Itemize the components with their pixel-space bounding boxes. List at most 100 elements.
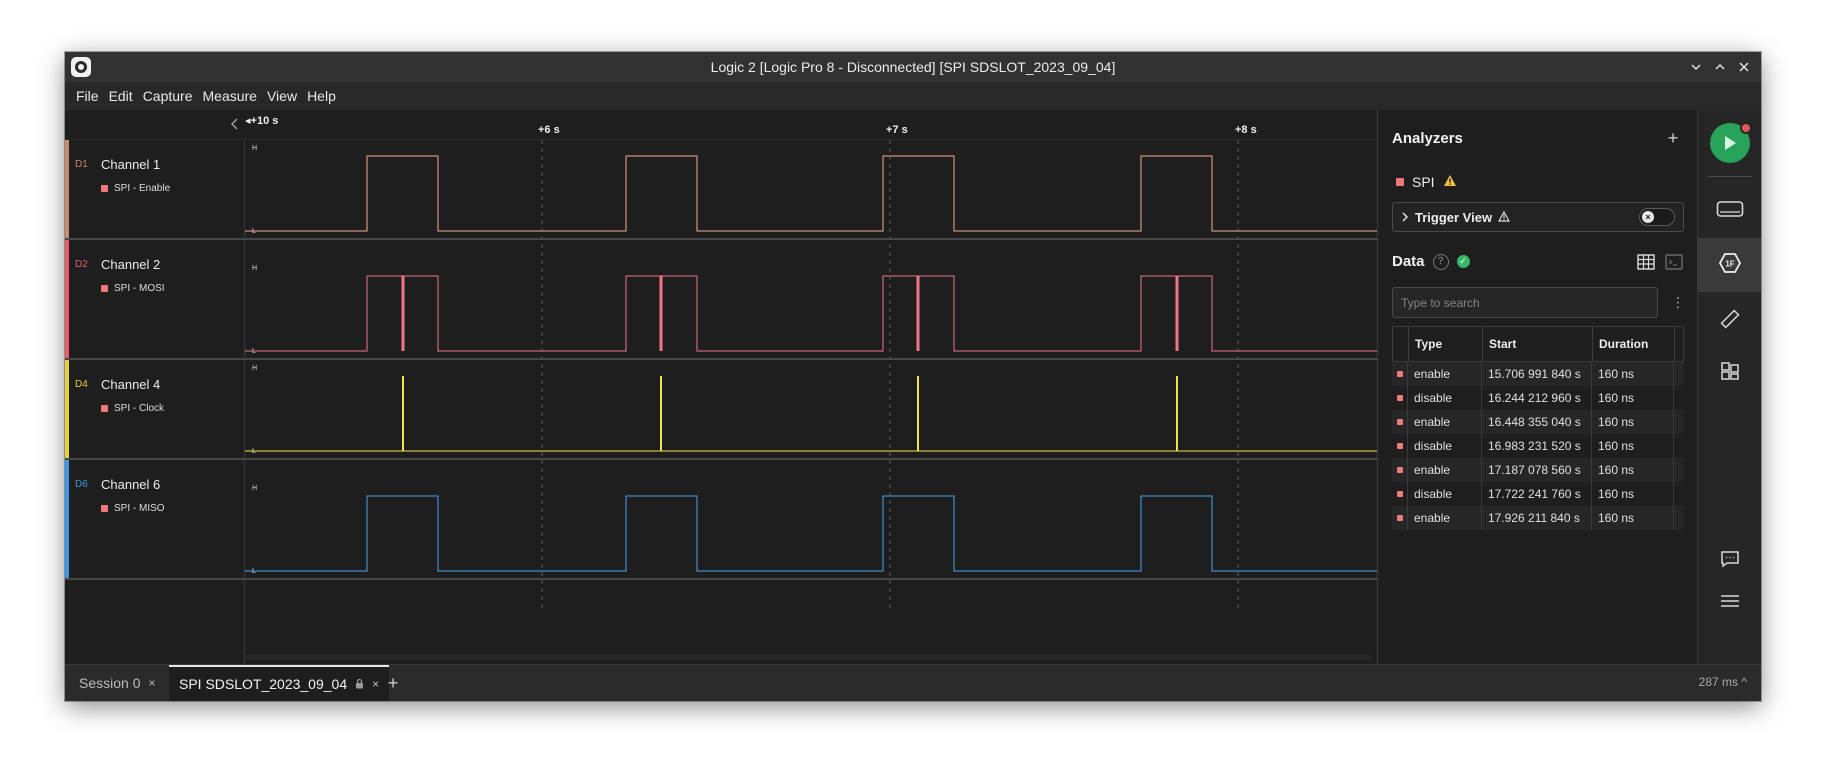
lock-icon bbox=[355, 676, 364, 692]
row-marker bbox=[1392, 362, 1408, 386]
ruler-icon bbox=[1719, 308, 1741, 335]
cell-duration: 160 ns bbox=[1592, 362, 1674, 386]
cell-type: disable bbox=[1408, 434, 1482, 458]
chevron-right-icon[interactable] bbox=[1401, 210, 1409, 225]
row-marker bbox=[1392, 458, 1408, 482]
close-icon[interactable] bbox=[1733, 56, 1755, 78]
main-menu-button[interactable] bbox=[1698, 578, 1761, 628]
trigger-view-toggle[interactable]: × bbox=[1639, 208, 1675, 226]
table-body: enable 15.706 991 840 s 160 ns disable 16.2… bbox=[1392, 362, 1684, 530]
window-title: Logic 2 [Logic Pro 8 - Disconnected] [SP… bbox=[710, 59, 1116, 75]
tab-label: SPI SDSLOT_2023_09_04 bbox=[179, 676, 348, 692]
data-view-toggles bbox=[1637, 254, 1683, 275]
data-section-header: Data ? ✓ bbox=[1392, 253, 1470, 270]
ruler-tick: +8 s bbox=[1235, 124, 1257, 136]
app-window: Logic 2 [Logic Pro 8 - Disconnected] [SP… bbox=[65, 52, 1761, 701]
table-row[interactable]: enable 15.706 991 840 s 160 ns bbox=[1392, 362, 1684, 386]
analyzer-hex-icon: 1F bbox=[1718, 251, 1742, 280]
device-settings-button[interactable] bbox=[1698, 186, 1761, 236]
menu-view[interactable]: View bbox=[262, 82, 302, 110]
cell-start: 17.722 241 760 s bbox=[1482, 482, 1592, 506]
cell-duration: 160 ns bbox=[1592, 482, 1674, 506]
minimize-icon[interactable] bbox=[1685, 56, 1707, 78]
warning-icon bbox=[1443, 174, 1457, 190]
toggle-x-icon: × bbox=[1642, 211, 1654, 223]
terminal-view-icon[interactable] bbox=[1665, 254, 1683, 275]
column-start[interactable]: Start bbox=[1483, 327, 1593, 361]
analyzer-item-spi[interactable]: SPI bbox=[1396, 174, 1457, 190]
channel-label-column bbox=[65, 140, 245, 664]
cell-start: 16.244 212 960 s bbox=[1482, 386, 1592, 410]
ruler-tick: +7 s bbox=[886, 124, 908, 136]
table-row[interactable]: disable 16.983 231 520 s 160 ns bbox=[1392, 434, 1684, 458]
latency-value: 287 ms bbox=[1698, 675, 1739, 689]
row-marker-icon bbox=[1397, 467, 1403, 473]
help-icon[interactable]: ? bbox=[1432, 253, 1449, 270]
table-header-marker bbox=[1393, 327, 1409, 361]
waveform-canvas[interactable]: H L H L H L H L bbox=[245, 140, 1377, 664]
start-capture-button[interactable] bbox=[1698, 118, 1761, 168]
row-marker-icon bbox=[1397, 371, 1403, 377]
trigger-view-label: Trigger View bbox=[1415, 209, 1493, 225]
data-title: Data bbox=[1392, 253, 1425, 270]
cell-start: 15.706 991 840 s bbox=[1482, 362, 1592, 386]
table-row[interactable]: disable 16.244 212 960 s 160 ns bbox=[1392, 386, 1684, 410]
level-high-label: H bbox=[252, 265, 257, 272]
cell-start: 16.983 231 520 s bbox=[1482, 434, 1592, 458]
row-marker bbox=[1392, 410, 1408, 434]
tab-session-0[interactable]: Session 0 × bbox=[69, 665, 166, 701]
table-view-icon[interactable] bbox=[1637, 254, 1655, 275]
chevron-left-icon[interactable] bbox=[225, 114, 245, 134]
chevron-up-icon: ^ bbox=[1741, 675, 1747, 689]
menu-measure[interactable]: Measure bbox=[198, 82, 262, 110]
table-row[interactable]: enable 17.926 211 840 s 160 ns bbox=[1392, 506, 1684, 530]
new-tab-button[interactable]: + bbox=[381, 671, 405, 695]
cell-type: enable bbox=[1408, 506, 1482, 530]
cell-type: disable bbox=[1408, 386, 1482, 410]
menu-file[interactable]: File bbox=[71, 82, 104, 110]
row-marker-icon bbox=[1397, 443, 1403, 449]
chat-icon bbox=[1720, 550, 1740, 573]
trigger-view-row[interactable]: Trigger View × bbox=[1392, 202, 1684, 232]
window-controls bbox=[1685, 52, 1755, 82]
table-header: Type Start Duration bbox=[1392, 326, 1684, 362]
table-row[interactable]: disable 17.722 241 760 s 160 ns bbox=[1392, 482, 1684, 506]
play-icon bbox=[1710, 122, 1752, 163]
menu-capture[interactable]: Capture bbox=[138, 82, 198, 110]
cell-duration: 160 ns bbox=[1592, 458, 1674, 482]
horizontal-scrollbar[interactable] bbox=[245, 654, 1373, 660]
tab-spi-sdslot[interactable]: SPI SDSLOT_2023_09_04 × bbox=[169, 665, 390, 701]
more-options-icon[interactable]: ⋮ bbox=[1671, 292, 1685, 312]
cell-duration: 160 ns bbox=[1592, 410, 1674, 434]
column-type[interactable]: Type bbox=[1409, 327, 1483, 361]
latency-indicator[interactable]: 287 ms ^ bbox=[1699, 675, 1747, 689]
add-analyzer-button[interactable]: + bbox=[1663, 128, 1683, 148]
data-search-input[interactable] bbox=[1392, 287, 1658, 318]
row-marker bbox=[1392, 386, 1408, 410]
analyzers-title: Analyzers bbox=[1392, 130, 1463, 147]
row-marker bbox=[1392, 434, 1408, 458]
cell-type: enable bbox=[1408, 362, 1482, 386]
menu-help[interactable]: Help bbox=[302, 82, 341, 110]
session-tab-bar: Session 0 × SPI SDSLOT_2023_09_04 × + 28… bbox=[65, 664, 1761, 701]
warning-outline-icon bbox=[1498, 210, 1511, 225]
table-row[interactable]: enable 17.187 078 560 s 160 ns bbox=[1392, 458, 1684, 482]
menu-edit[interactable]: Edit bbox=[104, 82, 138, 110]
ruler-start-value: +10 s bbox=[250, 115, 279, 127]
close-tab-icon[interactable]: × bbox=[148, 676, 155, 690]
close-tab-icon[interactable]: × bbox=[372, 677, 379, 691]
cell-type: enable bbox=[1408, 458, 1482, 482]
table-row[interactable]: enable 16.448 355 040 s 160 ns bbox=[1392, 410, 1684, 434]
column-duration[interactable]: Duration bbox=[1593, 327, 1675, 361]
maximize-icon[interactable] bbox=[1709, 56, 1731, 78]
analyzers-panel: Analyzers + SPI Trigger View × Data ? ✓ bbox=[1377, 110, 1697, 664]
time-ruler[interactable]: ◂+10 s +6 s +7 s +8 s bbox=[65, 110, 1377, 140]
analyzers-tab-button[interactable]: 1F bbox=[1698, 238, 1761, 292]
cell-duration: 160 ns bbox=[1592, 434, 1674, 458]
waveform-d2 bbox=[245, 275, 1377, 352]
extensions-button[interactable] bbox=[1698, 348, 1761, 398]
measurements-button[interactable] bbox=[1698, 296, 1761, 346]
right-toolbar: 1F bbox=[1697, 110, 1761, 664]
waveform-d1 bbox=[245, 155, 1377, 232]
waveform-view[interactable]: ◂+10 s +6 s +7 s +8 s D1 Channel 1 SPI -… bbox=[65, 110, 1377, 664]
